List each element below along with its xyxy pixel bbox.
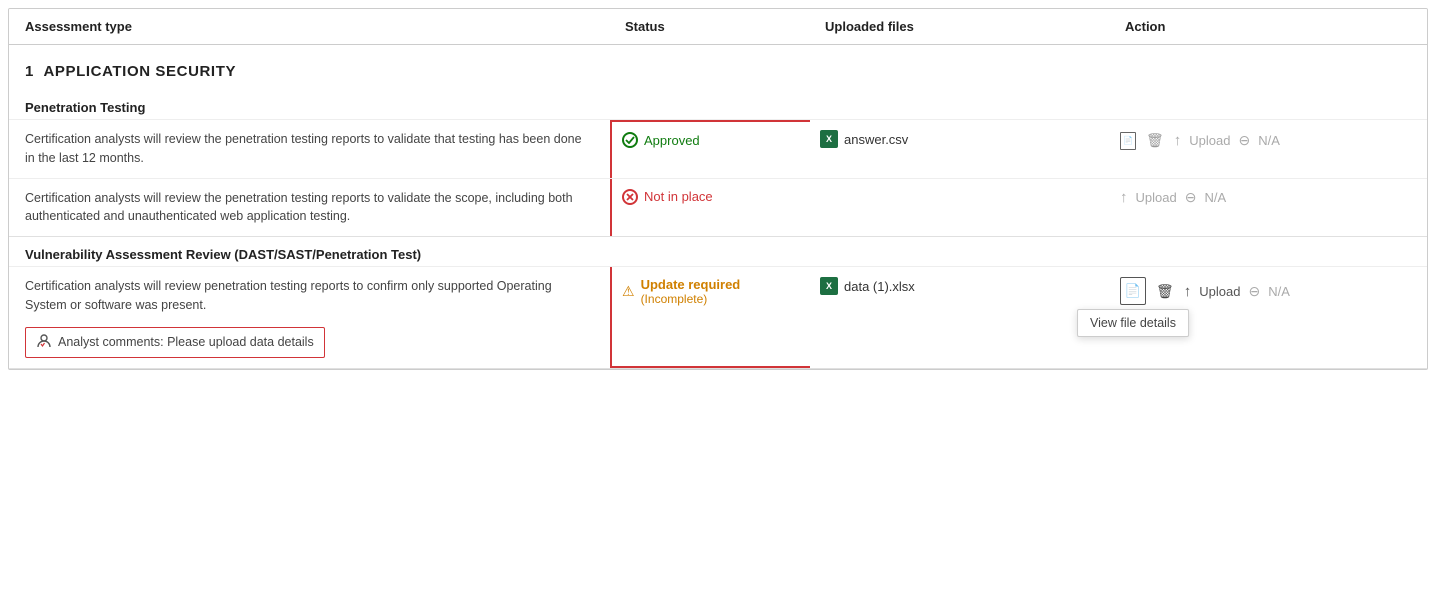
upload-arrow-icon: ↑: [1174, 132, 1182, 149]
row1-description: Certification analysts will review the p…: [9, 120, 609, 178]
x-circle-icon: [622, 189, 638, 205]
na-circle-icon-2: ⊖: [1185, 189, 1197, 206]
analyst-comment-row: Analyst comments: Please upload data det…: [25, 323, 593, 362]
view-doc-wrapper: 📄 View file details: [1120, 277, 1146, 305]
analyst-comment-box: Analyst comments: Please upload data det…: [25, 327, 325, 358]
group-vulnerability: Vulnerability Assessment Review (DAST/SA…: [9, 237, 1427, 369]
group-label-vulnerability: Vulnerability Assessment Review (DAST/SA…: [9, 237, 1427, 266]
row1-action-cell: 📄 🗑 ↑ Upload ⊖ N/A: [1110, 120, 1427, 178]
main-table: Assessment type Status Uploaded files Ac…: [8, 8, 1428, 370]
row3-status-cell: ⚠ Update required (Incomplete): [610, 267, 810, 368]
excel-icon: X: [820, 130, 838, 148]
status-approved: Approved: [622, 132, 800, 148]
header-action: Action: [1125, 19, 1411, 34]
upload-arrow-icon-3: ↑: [1184, 283, 1192, 300]
upload-label-3[interactable]: Upload: [1199, 284, 1240, 299]
row1-file-cell: X answer.csv: [810, 120, 1110, 178]
row1-status-cell: Approved: [610, 120, 810, 178]
section-title: 1 APPLICATION SECURITY: [9, 45, 1427, 90]
na-label-3[interactable]: N/A: [1268, 284, 1290, 299]
group-penetration-testing: Penetration Testing Certification analys…: [9, 90, 1427, 237]
upload-label-2[interactable]: Upload: [1136, 190, 1177, 205]
excel-icon-2: X: [820, 277, 838, 295]
row2-action-cell: ↑ Upload ⊖ N/A: [1110, 179, 1427, 237]
group-label-penetration-testing: Penetration Testing: [9, 90, 1427, 119]
delete-button[interactable]: 🗑: [1144, 130, 1166, 151]
row3-action-cell: 📄 View file details 🗑 ↑ Upload ⊖ N/A: [1110, 267, 1427, 368]
row3-file-cell: X data (1).xlsx: [810, 267, 1110, 368]
table-header: Assessment type Status Uploaded files Ac…: [9, 9, 1427, 45]
row2-description: Certification analysts will review the p…: [9, 179, 609, 237]
upload-arrow-icon-2: ↑: [1120, 189, 1128, 206]
row2-status-cell: Not in place: [610, 179, 810, 237]
view-doc-button-active[interactable]: 📄: [1120, 277, 1146, 305]
status-not-in-place: Not in place: [622, 189, 800, 205]
row3-description: Certification analysts will review penet…: [9, 267, 609, 368]
check-circle-icon: [622, 132, 638, 148]
warning-triangle-icon: ⚠: [622, 283, 635, 300]
na-circle-icon: ⊖: [1238, 132, 1250, 149]
na-label-2[interactable]: N/A: [1204, 190, 1226, 205]
view-file-details-popup[interactable]: View file details: [1077, 309, 1189, 337]
header-status: Status: [625, 19, 825, 34]
header-assessment-type: Assessment type: [25, 19, 625, 34]
header-uploaded-files: Uploaded files: [825, 19, 1125, 34]
analyst-icon: [36, 333, 52, 352]
na-label[interactable]: N/A: [1258, 133, 1280, 148]
delete-button-active[interactable]: 🗑: [1154, 281, 1176, 302]
na-circle-icon-3: ⊖: [1248, 283, 1260, 300]
row2-file-cell: [810, 179, 1110, 237]
view-doc-button[interactable]: 📄: [1120, 132, 1136, 150]
upload-label[interactable]: Upload: [1189, 133, 1230, 148]
